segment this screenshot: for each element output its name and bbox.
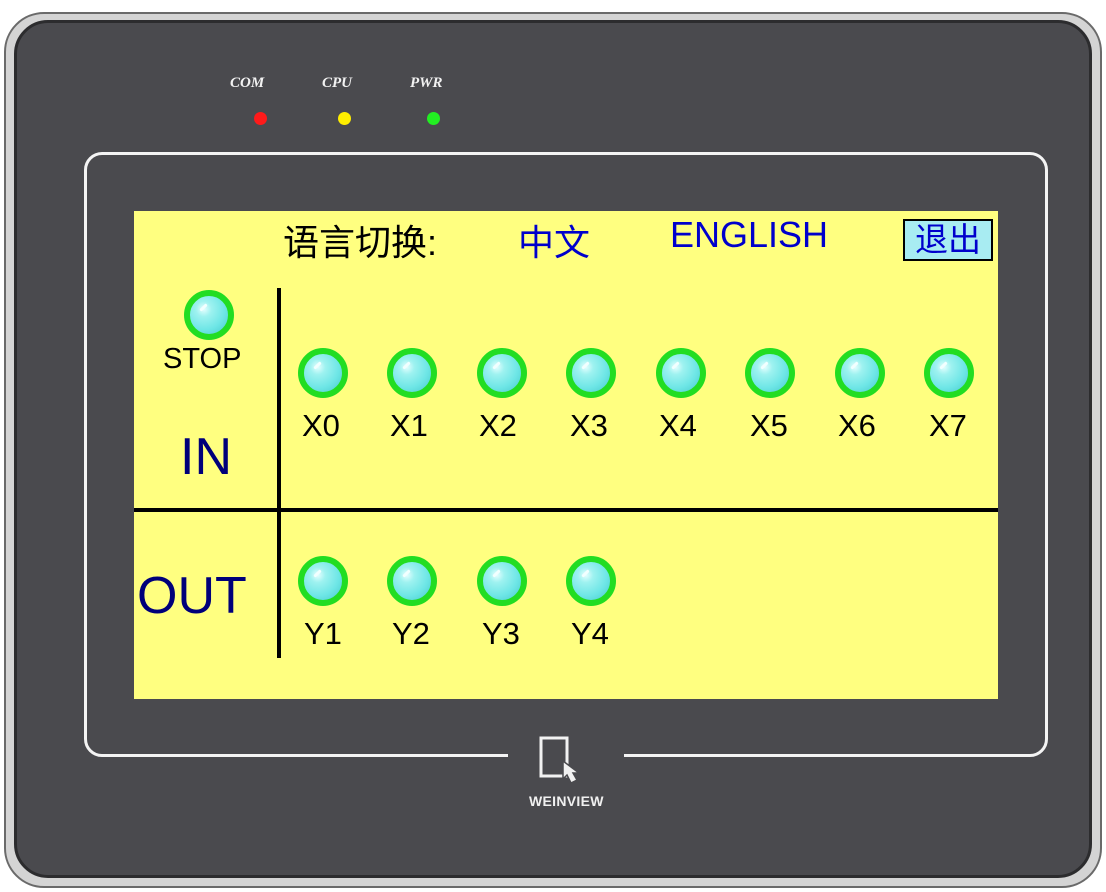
input-label-x1: X1 <box>390 408 428 443</box>
input-label-x2: X2 <box>479 408 517 443</box>
section-divider-line <box>134 508 998 512</box>
input-section-title: IN <box>180 428 232 486</box>
english-language-button[interactable]: ENGLISH <box>670 214 828 256</box>
touch-hand-icon <box>539 736 582 785</box>
output-lamp-y1[interactable] <box>298 556 348 606</box>
cpu-indicator-led <box>338 112 351 125</box>
com-indicator-label: COM <box>230 75 265 91</box>
input-label-x3: X3 <box>570 408 608 443</box>
exit-button[interactable]: 退出 <box>903 219 993 261</box>
brand-logo-text: WEINVIEW <box>529 793 604 809</box>
language-switch-label: 语言切换: <box>283 222 438 263</box>
output-lamp-y3[interactable] <box>477 556 527 606</box>
input-label-x0: X0 <box>302 408 340 443</box>
input-label-x7: X7 <box>929 408 967 443</box>
output-label-y1: Y1 <box>304 616 342 651</box>
output-label-y2: Y2 <box>392 616 430 651</box>
output-divider-line <box>277 512 281 658</box>
lcd-screen <box>134 211 998 699</box>
input-lamp-x5[interactable] <box>745 348 795 398</box>
input-lamp-x0[interactable] <box>298 348 348 398</box>
output-lamp-y4[interactable] <box>566 556 616 606</box>
stop-label: STOP <box>163 343 242 375</box>
input-lamp-x7[interactable] <box>924 348 974 398</box>
output-lamp-y2[interactable] <box>387 556 437 606</box>
input-label-x5: X5 <box>750 408 788 443</box>
input-lamp-x4[interactable] <box>656 348 706 398</box>
pwr-indicator-led <box>427 112 440 125</box>
input-label-x6: X6 <box>838 408 876 443</box>
input-lamp-x3[interactable] <box>566 348 616 398</box>
input-lamp-x6[interactable] <box>835 348 885 398</box>
input-divider-line <box>277 288 281 508</box>
cpu-indicator-label: CPU <box>322 75 352 91</box>
stop-lamp[interactable] <box>184 290 234 340</box>
output-label-y4: Y4 <box>571 616 609 651</box>
input-lamp-x1[interactable] <box>387 348 437 398</box>
input-label-x4: X4 <box>659 408 697 443</box>
output-label-y3: Y3 <box>482 616 520 651</box>
pwr-indicator-label: PWR <box>410 75 443 91</box>
chinese-language-button[interactable]: 中文 <box>518 214 590 266</box>
output-section-title: OUT <box>137 567 247 625</box>
input-lamp-x2[interactable] <box>477 348 527 398</box>
com-indicator-led <box>254 112 267 125</box>
